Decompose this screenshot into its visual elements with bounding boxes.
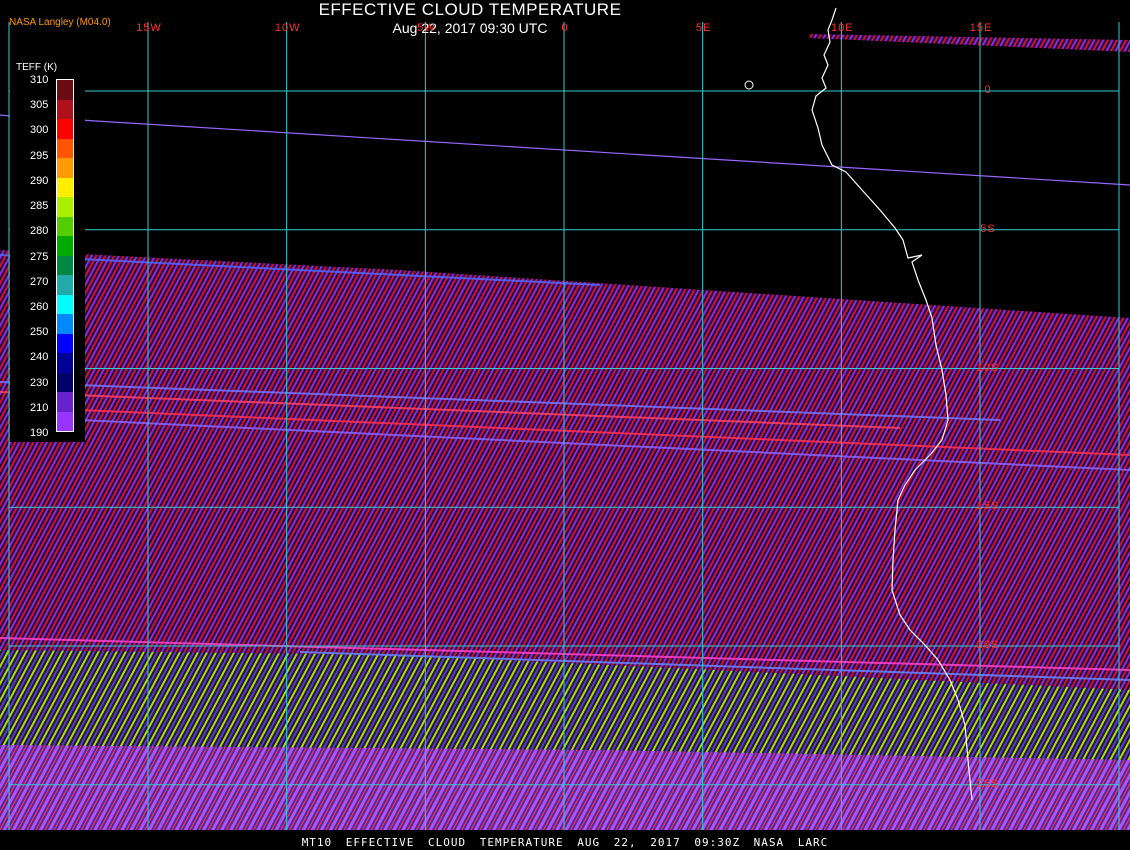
legend-tick-label: 240	[30, 351, 49, 364]
legend-color-swatch	[57, 411, 73, 431]
legend-color-swatch	[57, 275, 73, 295]
cloud-swath-bottom	[0, 745, 1130, 830]
legend-tick-label: 210	[30, 401, 49, 414]
legend-color-swatch	[57, 80, 73, 100]
legend-color-swatch	[57, 119, 73, 139]
legend-color-swatch	[57, 294, 73, 314]
credit-label: NASA Langley (M04.0)	[9, 17, 111, 28]
legend-tick-label: 290	[30, 174, 49, 187]
lon-label: 5E	[695, 22, 712, 34]
legend-tick-label: 190	[30, 427, 49, 439]
legend-tick-label: 300	[30, 124, 49, 137]
lat-label: 5S	[980, 222, 996, 235]
legend-color-swatch	[57, 99, 73, 119]
legend-color-swatch	[57, 158, 73, 178]
legend-color-swatch	[57, 353, 73, 373]
legend-color-swatch	[57, 138, 73, 158]
legend-color-swatch	[57, 197, 73, 217]
color-legend: TEFF (K) 310 305 300 295 290 285 280 275 270 260 2…	[10, 62, 85, 442]
legend-color-swatch	[57, 216, 73, 236]
lon-label: 10W	[274, 22, 301, 34]
footer-caption: MT10 EFFECTIVE CLOUD TEMPERATURE AUG 22,…	[301, 836, 829, 849]
legend-color-swatch	[57, 314, 73, 334]
legend-color-swatch	[57, 255, 73, 275]
lon-label: 15E	[969, 22, 993, 34]
cloud-swath-top-right	[810, 34, 1130, 52]
lat-label: 10S	[976, 361, 1000, 374]
island	[744, 80, 754, 90]
lon-label: 0	[561, 22, 569, 34]
legend-tick-label: 230	[30, 376, 49, 389]
legend-color-swatch	[57, 236, 73, 256]
legend-tick-label: 295	[30, 149, 49, 162]
lon-label: 15W	[136, 22, 162, 34]
legend-tick-label: 260	[30, 300, 49, 313]
legend-tick-label: 250	[30, 326, 49, 339]
lat-label: 25S	[976, 777, 1000, 790]
satellite-map	[0, 7, 1130, 830]
legend-title: TEFF (K)	[16, 62, 58, 73]
legend-color-swatch	[57, 372, 73, 392]
legend-color-swatch	[57, 177, 73, 197]
lat-label: 15S	[976, 500, 1000, 513]
legend-tick-label: 310	[30, 74, 49, 86]
legend-tick-label: 270	[30, 275, 49, 288]
legend-colorbar	[56, 79, 74, 432]
legend-color-swatch	[57, 333, 73, 353]
lon-label: 10E	[831, 22, 854, 34]
legend-color-swatch	[57, 392, 73, 412]
map-title: EFFECTIVE CLOUD TEMPERATURE	[318, 0, 622, 19]
legend-tick-label: 275	[30, 250, 49, 263]
legend-tick-label: 305	[30, 99, 49, 112]
track-line	[0, 114, 1130, 186]
lon-label: 5W	[417, 22, 436, 34]
legend-tick-label: 285	[30, 200, 49, 213]
lat-label: 0	[984, 84, 992, 96]
legend-tick-label: 280	[30, 225, 49, 238]
lat-label: 20S	[976, 639, 1000, 651]
